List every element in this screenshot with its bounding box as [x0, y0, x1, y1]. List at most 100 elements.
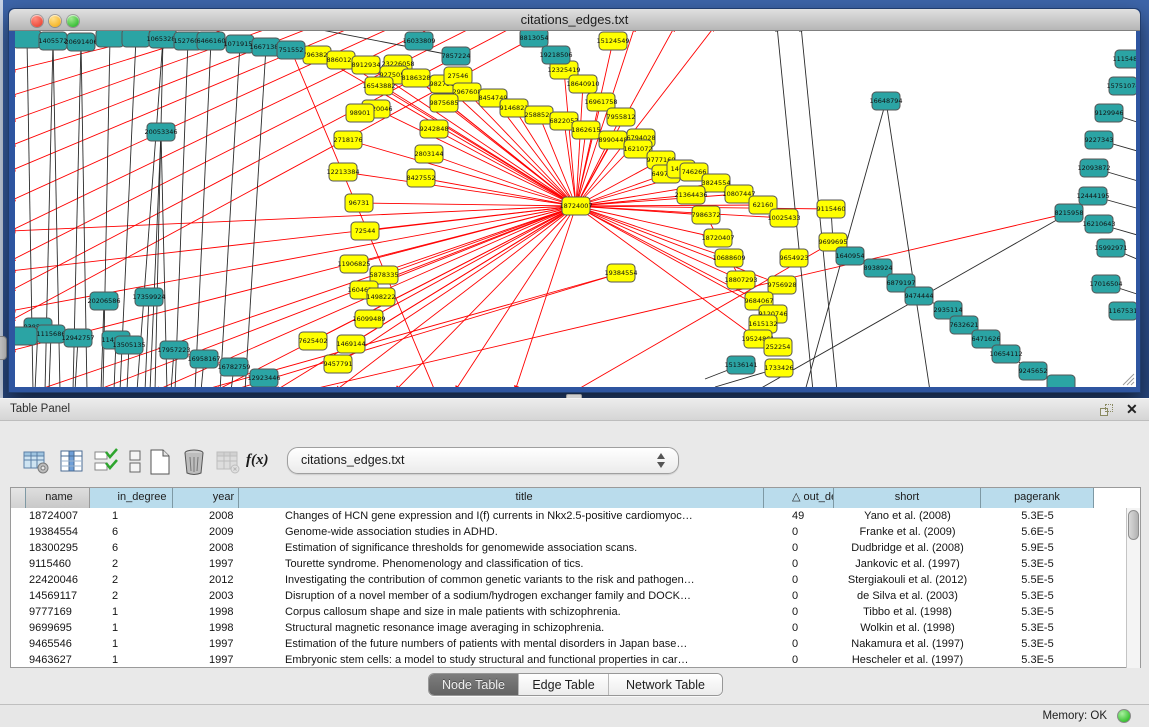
graph-node[interactable]: 10688609	[712, 249, 745, 267]
column-header-in_degree[interactable]: in_degree	[90, 488, 173, 508]
graph-node[interactable]: 1405572	[39, 32, 68, 50]
graph-node[interactable]: 20053346	[144, 123, 177, 141]
table-selector-dropdown[interactable]: citations_edges.txt	[287, 447, 679, 474]
graph-node[interactable]: 18640910	[566, 75, 599, 93]
graph-node[interactable]: 16033809	[402, 32, 435, 50]
graph-node[interactable]	[96, 31, 124, 47]
graph-node[interactable]: 1640954	[836, 247, 865, 265]
graph-node[interactable]: 12093872	[1077, 159, 1110, 177]
graph-node[interactable]: 17359924	[132, 288, 165, 306]
table-vertical-scrollbar[interactable]	[1126, 508, 1140, 668]
graph-node[interactable]: 16648794	[869, 92, 902, 110]
column-header-out_de[interactable]: △ out_de…	[764, 488, 834, 508]
graph-node[interactable]: 27546	[444, 67, 472, 85]
graph-node[interactable]: 1862615	[572, 121, 601, 139]
float-panel-icon[interactable]	[1100, 404, 1113, 417]
column-header-pagerank[interactable]: pagerank	[981, 488, 1094, 508]
graph-node[interactable]: 8427552	[407, 169, 436, 187]
select-rows-icon[interactable]	[92, 448, 120, 476]
new-table-icon[interactable]	[146, 448, 174, 476]
graph-node[interactable]: 15992971	[1094, 239, 1127, 257]
scrollbar-thumb[interactable]	[1128, 510, 1139, 540]
graph-node[interactable]: 21364436	[674, 186, 707, 204]
column-header-year[interactable]: year	[173, 488, 239, 508]
graph-node[interactable]: 72544	[351, 222, 379, 240]
graph-node[interactable]: 9756928	[768, 276, 797, 294]
table-row[interactable]: 977716911998Corpus callosum shape and si…	[11, 604, 1126, 620]
graph-edge[interactable]	[576, 194, 739, 206]
graph-node[interactable]: 9227343	[1085, 131, 1114, 149]
graph-edge[interactable]	[348, 140, 576, 206]
graph-node[interactable]: 2718176	[334, 131, 363, 149]
graph-edge[interactable]	[15, 31, 555, 321]
graph-node[interactable]: 17957223	[157, 341, 190, 359]
graph-node[interactable]: 18724007	[559, 197, 592, 215]
graph-node[interactable]: 8186328	[402, 69, 431, 87]
graph-edge[interactable]	[576, 205, 763, 206]
close-panel-icon[interactable]: ✕	[1126, 401, 1138, 418]
panel-collapse-handle[interactable]	[0, 336, 7, 360]
table-row[interactable]: 1938455462009Genome-wide association stu…	[11, 524, 1126, 540]
graph-node[interactable]: 12923446	[247, 369, 280, 387]
graph-node[interactable]: 9875685	[430, 94, 459, 112]
graph-node[interactable]: 16543882	[362, 77, 395, 95]
graph-node[interactable]: 751552	[277, 41, 305, 59]
graph-node[interactable]: 13505135	[112, 336, 145, 354]
graph-node[interactable]	[15, 31, 41, 48]
graph-node[interactable]: 16958167	[187, 350, 220, 368]
graph-node[interactable]: 10025433	[767, 209, 800, 227]
graph-node[interactable]: 15751074	[1106, 77, 1136, 95]
graph-node[interactable]: 9129946	[1095, 104, 1124, 122]
graph-node[interactable]: 15124549	[596, 32, 629, 50]
graph-node[interactable]: 12942757	[61, 329, 94, 347]
graph-node[interactable]: 7986372	[692, 206, 721, 224]
table-row[interactable]: 1456911722003Disruption of a novel membe…	[11, 588, 1126, 604]
column-header-name[interactable]: name	[26, 488, 90, 508]
graph-node[interactable]: 9115460	[817, 200, 846, 218]
tab-network-table[interactable]: Network Table	[609, 674, 722, 695]
graph-edge[interactable]	[245, 47, 266, 387]
graph-node[interactable]	[1047, 375, 1075, 387]
graph-node[interactable]: 20691406	[64, 33, 97, 51]
graph-node[interactable]: 7625402	[299, 332, 328, 350]
delete-rows-icon[interactable]	[180, 448, 208, 476]
graph-edge[interactable]	[220, 44, 240, 387]
graph-node[interactable]: 16210643	[1082, 215, 1115, 233]
memory-status-indicator[interactable]	[1117, 709, 1131, 723]
graph-node[interactable]: 1498222	[367, 288, 396, 306]
graph-node[interactable]: 2803144	[415, 145, 444, 163]
graph-node[interactable]: 19384554	[604, 264, 637, 282]
graph-node[interactable]: 16099489	[352, 310, 385, 328]
graph-node[interactable]: 8912934	[352, 56, 381, 74]
function-builder-icon[interactable]: f(x)	[246, 452, 269, 469]
graph-node[interactable]: 96731	[345, 194, 373, 212]
graph-node[interactable]	[15, 327, 37, 345]
show-columns-icon[interactable]	[58, 448, 86, 476]
zoom-window-button[interactable]	[67, 15, 79, 27]
network-canvas[interactable]: 1872400779638228860128891293423226058927…	[15, 31, 1136, 387]
graph-node[interactable]: 98901	[346, 104, 374, 122]
graph-node[interactable]: 8938924	[864, 259, 893, 277]
graph-node[interactable]: 19218506	[539, 46, 572, 64]
graph-node[interactable]: 12213384	[326, 163, 359, 181]
graph-edge[interactable]	[145, 297, 149, 387]
table-settings-icon[interactable]	[22, 448, 50, 476]
delete-table-icon[interactable]	[214, 448, 242, 476]
graph-node[interactable]: 20206586	[87, 292, 120, 310]
table-row[interactable]: 946554611997Estimation of the future num…	[11, 636, 1126, 652]
graph-node[interactable]: 10654112	[989, 345, 1022, 363]
graph-node[interactable]: 11154808	[1112, 50, 1136, 68]
graph-node[interactable]: 1167531	[1109, 302, 1136, 320]
graph-node[interactable]: 17016504	[1089, 275, 1122, 293]
graph-node[interactable]: 7955812	[607, 108, 636, 126]
graph-edge[interactable]	[230, 273, 621, 387]
table-row[interactable]: 1872400712008Changes of HCN gene express…	[11, 508, 1126, 524]
table-row[interactable]: 946362711997Embryonic stem cells: a mode…	[11, 652, 1126, 668]
column-header-short[interactable]: short	[834, 488, 981, 508]
graph-node[interactable]: 12444195	[1076, 187, 1109, 205]
graph-node[interactable]: 6466160	[197, 32, 226, 50]
graph-edge[interactable]	[359, 203, 576, 206]
table-row[interactable]: 2242004622012Investigating the contribut…	[11, 572, 1126, 588]
graph-node[interactable]: 18720407	[701, 229, 734, 247]
graph-edge[interactable]	[305, 213, 1069, 387]
